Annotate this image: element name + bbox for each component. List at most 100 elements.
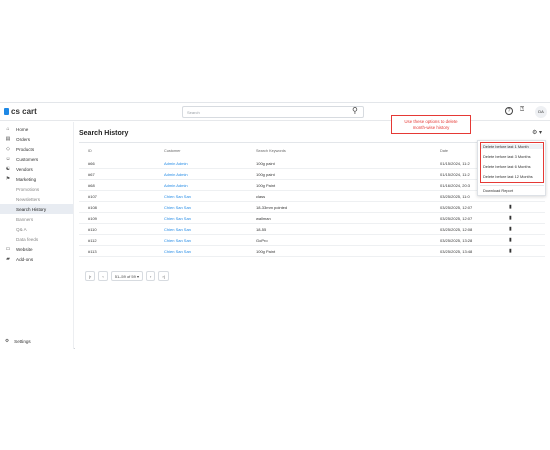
- table-row: #113 Chien San San 100g Paint 03/25/2025…: [79, 247, 545, 257]
- table-row: #109 Chien San San wallman 03/25/2025, 1…: [79, 214, 545, 224]
- row-keywords: GoPro: [256, 238, 268, 243]
- row-keywords: 100g paint: [256, 161, 275, 166]
- sidebar: ⌂ Home ▤ Orders ◇ Products ☺ Customers ☯…: [0, 122, 74, 349]
- customer-link[interactable]: Admin Admin: [164, 183, 188, 188]
- table-row: #110 Chien San San 18-55 03/25/2025, 12:…: [79, 225, 545, 235]
- logo-text: cs cart: [11, 107, 37, 116]
- customer-link[interactable]: Admin Admin: [164, 161, 188, 166]
- trash-icon[interactable]: ▮: [509, 204, 512, 210]
- sidebar-item-label: Products: [16, 146, 35, 152]
- row-id: #112: [88, 238, 97, 243]
- row-date: 03/25/2025, 13:28: [440, 238, 473, 243]
- row-keywords: 100g paint: [256, 172, 275, 177]
- customer-link[interactable]: Chien San San: [164, 227, 191, 232]
- sidebar-item-newsletters[interactable]: Newsletters: [0, 194, 73, 204]
- sidebar-item-search-history[interactable]: Search History: [0, 204, 73, 214]
- trash-icon[interactable]: ▮: [509, 215, 512, 221]
- column-header-customer[interactable]: Customer: [164, 149, 180, 153]
- row-id: #110: [88, 227, 97, 232]
- trash-icon[interactable]: ▮: [509, 248, 512, 254]
- column-header-keywords[interactable]: Search Keywords: [256, 149, 286, 153]
- sidebar-item-customers[interactable]: ☺ Customers: [0, 154, 73, 164]
- settings-icon: ⚙: [5, 338, 10, 343]
- sidebar-item-label: Add-ons: [16, 256, 34, 262]
- row-date: 03/25/2025, 12:08: [440, 227, 473, 232]
- table-row: #67 Admin Admin 100g paint 01/15/2024, 1…: [79, 170, 545, 180]
- row-id: #108: [88, 205, 97, 210]
- table-row: #66 Admin Admin 100g paint 01/15/2024, 1…: [79, 159, 545, 169]
- table-row: #112 Chien San San GoPro 03/25/2025, 13:…: [79, 236, 545, 246]
- page-range-select[interactable]: 51–59 of 59 ▾: [110, 271, 143, 281]
- search-icon[interactable]: ⚲: [352, 106, 358, 115]
- row-date: 03/25/2025, 12:07: [440, 216, 473, 221]
- next-page-button[interactable]: ›: [145, 271, 156, 281]
- sidebar-item-banners[interactable]: Banners: [0, 214, 73, 224]
- menu-item-delete-12-months[interactable]: Delete before last 12 Months: [483, 174, 533, 179]
- row-date: 01/15/2024, 11:2: [440, 161, 470, 166]
- customer-link[interactable]: Chien San San: [164, 194, 191, 199]
- sidebar-item-qa[interactable]: Q& A: [0, 224, 73, 234]
- sidebar-item-products[interactable]: ◇ Products: [0, 144, 73, 154]
- row-keywords: 100g Paint: [256, 249, 276, 254]
- first-page-button[interactable]: |‹: [85, 271, 96, 281]
- column-header-id[interactable]: ID: [88, 149, 92, 153]
- row-keywords: 100g Paint: [256, 183, 276, 188]
- sidebar-item-marketing[interactable]: ⚑ Marketing: [0, 174, 73, 184]
- search-input[interactable]: Search: [182, 106, 364, 118]
- bell-icon[interactable]: ⍰: [520, 106, 524, 114]
- row-date: 03/25/2025, 13:48: [440, 249, 473, 254]
- sidebar-item-home[interactable]: ⌂ Home: [0, 124, 73, 134]
- sidebar-item-label: Data feeds: [16, 236, 39, 242]
- avatar[interactable]: DA: [535, 106, 547, 118]
- app-window: cs cart Search ⚲ ? ⍰ DA ⌂ Home ▤ Orders …: [0, 102, 550, 349]
- sidebar-item-label: Newsletters: [16, 196, 40, 202]
- page-title: Search History: [79, 130, 129, 137]
- products-icon: ◇: [6, 146, 10, 152]
- trash-icon[interactable]: ▮: [509, 237, 512, 243]
- orders-icon: ▤: [5, 136, 11, 142]
- customer-link[interactable]: Chien San San: [164, 216, 191, 221]
- divider: [480, 185, 544, 186]
- customer-link[interactable]: Chien San San: [164, 249, 191, 254]
- home-icon: ⌂: [6, 126, 10, 132]
- prev-page-button[interactable]: ‹: [98, 271, 108, 281]
- trash-icon[interactable]: ▮: [509, 226, 512, 232]
- logo[interactable]: cs cart: [4, 107, 37, 116]
- last-page-button[interactable]: ›|: [158, 271, 169, 281]
- sidebar-item-label: Search History: [16, 206, 47, 212]
- pagination: |‹ ‹ 51–59 of 59 ▾ › ›|: [85, 271, 169, 281]
- logo-mark-icon: [4, 108, 9, 115]
- gear-dropdown-button[interactable]: ⚙ ▾: [532, 129, 542, 136]
- customer-link[interactable]: Chien San San: [164, 238, 191, 243]
- row-id: #109: [88, 216, 97, 221]
- sidebar-item-website[interactable]: ▭ Website: [0, 244, 73, 254]
- marketing-icon: ⚑: [5, 176, 11, 182]
- menu-item-delete-6-months[interactable]: Delete before last 6 Months: [483, 164, 531, 169]
- actions-dropdown-menu: Delete before last 1 Month Delete before…: [477, 140, 546, 196]
- sidebar-item-label: Settings: [14, 338, 31, 344]
- sidebar-item-addons[interactable]: ▰ Add-ons: [0, 254, 73, 264]
- sidebar-item-promotions[interactable]: Promotions: [0, 184, 73, 194]
- website-icon: ▭: [5, 246, 11, 252]
- row-id: #66: [88, 161, 95, 166]
- sidebar-item-label: Q& A: [16, 226, 27, 232]
- customer-link[interactable]: Chien San San: [164, 205, 191, 210]
- customer-link[interactable]: Admin Admin: [164, 172, 188, 177]
- sidebar-item-label: Vendors: [16, 166, 33, 172]
- table-row: #68 Admin Admin 100g Paint 01/16/2024, 2…: [79, 181, 545, 191]
- row-keywords: 18-55: [256, 227, 267, 232]
- row-id: #107: [88, 194, 97, 199]
- annotation-callout: Use these options to delete month-wise h…: [391, 115, 471, 134]
- sidebar-item-data-feeds[interactable]: Data feeds: [0, 234, 73, 244]
- column-header-date[interactable]: Date: [440, 149, 448, 153]
- row-id: #68: [88, 183, 95, 188]
- menu-item-delete-3-months[interactable]: Delete before last 3 Months: [483, 154, 531, 159]
- sidebar-item-orders[interactable]: ▤ Orders: [0, 134, 73, 144]
- sidebar-item-settings[interactable]: ⚙ Settings: [5, 338, 31, 344]
- menu-item-download-report[interactable]: Download Report: [483, 188, 513, 193]
- customers-icon: ☺: [5, 156, 11, 162]
- sidebar-item-vendors[interactable]: ☯ Vendors: [0, 164, 73, 174]
- help-icon[interactable]: ?: [505, 107, 513, 115]
- menu-item-delete-1-month[interactable]: Delete before last 1 Month: [481, 144, 543, 149]
- sidebar-item-label: Website: [16, 246, 33, 252]
